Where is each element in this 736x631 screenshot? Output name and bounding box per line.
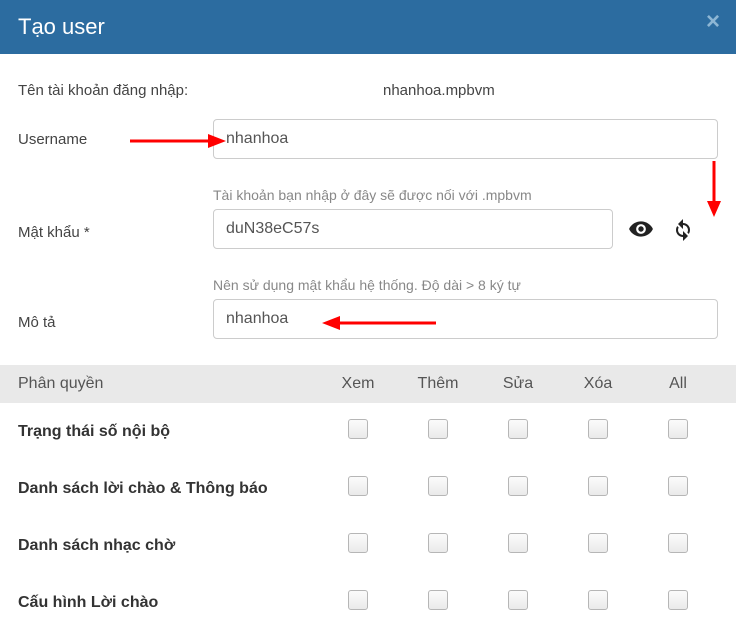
row-account-name: Tên tài khoản đăng nhập: nhanhoa.mpbvm (18, 82, 718, 99)
permission-checkbox[interactable] (588, 419, 608, 439)
description-input[interactable] (213, 299, 718, 339)
form-area: Tên tài khoản đăng nhập: nhanhoa.mpbvm U… (0, 54, 736, 339)
permission-checkbox[interactable] (428, 419, 448, 439)
modal-header: Tạo user × (0, 0, 736, 54)
permission-cell (638, 590, 718, 615)
perm-col-header: Xem (318, 375, 398, 393)
permission-checkbox[interactable] (428, 533, 448, 553)
permission-checkbox[interactable] (668, 590, 688, 610)
permission-cell (558, 533, 638, 558)
permission-checkbox[interactable] (588, 476, 608, 496)
permission-cell (398, 533, 478, 558)
permission-checkbox[interactable] (348, 590, 368, 610)
permission-row-label: Trạng thái số nội bộ (18, 423, 318, 441)
permission-row: Danh sách lời chào & Thông báo (0, 460, 736, 517)
permission-row-cols (318, 590, 718, 615)
perm-col-header: Xóa (558, 375, 638, 393)
password-label: Mật khẩu * (18, 224, 213, 249)
permission-cell (398, 476, 478, 501)
permission-row: Cấu hình Lời chào (0, 574, 736, 631)
permission-row-label: Danh sách nhạc chờ (18, 537, 318, 555)
permissions-columns: Xem Thêm Sửa Xóa All (318, 375, 718, 393)
permission-checkbox[interactable] (508, 533, 528, 553)
permission-cell (398, 419, 478, 444)
permission-cell (318, 419, 398, 444)
permission-row-cols (318, 476, 718, 501)
permission-checkbox[interactable] (668, 533, 688, 553)
permission-checkbox[interactable] (348, 419, 368, 439)
permission-row-label: Danh sách lời chào & Thông báo (18, 480, 318, 498)
permission-row-cols (318, 533, 718, 558)
permissions-section-label: Phân quyền (18, 375, 318, 393)
permissions-header-row: Phân quyền Xem Thêm Sửa Xóa All (0, 365, 736, 403)
permission-cell (318, 533, 398, 558)
show-password-icon[interactable] (627, 215, 655, 243)
permission-checkbox[interactable] (588, 533, 608, 553)
permission-row: Trạng thái số nội bộ (0, 403, 736, 460)
username-helper-text: Tài khoản bạn nhập ở đây sẽ được nối với… (213, 187, 718, 203)
permission-cell (318, 476, 398, 501)
account-name-label: Tên tài khoản đăng nhập: (18, 82, 213, 99)
permission-checkbox[interactable] (668, 476, 688, 496)
permission-cell (638, 419, 718, 444)
permission-checkbox[interactable] (348, 476, 368, 496)
username-label: Username (18, 131, 213, 148)
permission-row-label: Cấu hình Lời chào (18, 594, 318, 612)
permission-checkbox[interactable] (508, 476, 528, 496)
permission-cell (318, 590, 398, 615)
username-input[interactable] (213, 119, 718, 159)
modal-title: Tạo user (18, 14, 105, 39)
permission-cell (478, 590, 558, 615)
permission-cell (478, 476, 558, 501)
permission-cell (638, 476, 718, 501)
permissions-body: Trạng thái số nội bộ Danh sách lời chào &… (0, 403, 736, 631)
permission-cell (638, 533, 718, 558)
permission-row: Danh sách nhạc chờ (0, 517, 736, 574)
permission-cell (478, 533, 558, 558)
row-password: Mật khẩu * Tài khoản bạn nhập ở đây sẽ đ… (18, 187, 718, 249)
permission-checkbox[interactable] (588, 590, 608, 610)
close-icon[interactable]: × (706, 10, 720, 34)
permission-checkbox[interactable] (508, 419, 528, 439)
permission-row-cols (318, 419, 718, 444)
permission-checkbox[interactable] (508, 590, 528, 610)
permission-cell (558, 590, 638, 615)
account-name-value: nhanhoa.mpbvm (383, 82, 495, 99)
permission-checkbox[interactable] (428, 590, 448, 610)
perm-col-header: Thêm (398, 375, 478, 393)
description-label: Mô tả (18, 314, 213, 339)
permission-checkbox[interactable] (348, 533, 368, 553)
permission-cell (478, 419, 558, 444)
regenerate-password-icon[interactable] (669, 215, 697, 243)
perm-col-header: All (638, 375, 718, 393)
password-input[interactable] (213, 209, 613, 249)
permission-cell (558, 419, 638, 444)
permission-checkbox[interactable] (668, 419, 688, 439)
row-description: Mô tả Nên sử dụng mật khẩu hệ thống. Độ … (18, 277, 718, 339)
password-helper-text: Nên sử dụng mật khẩu hệ thống. Độ dài > … (213, 277, 718, 293)
permission-checkbox[interactable] (428, 476, 448, 496)
perm-col-header: Sửa (478, 375, 558, 393)
row-username: Username (18, 119, 718, 159)
permission-cell (558, 476, 638, 501)
permission-cell (398, 590, 478, 615)
